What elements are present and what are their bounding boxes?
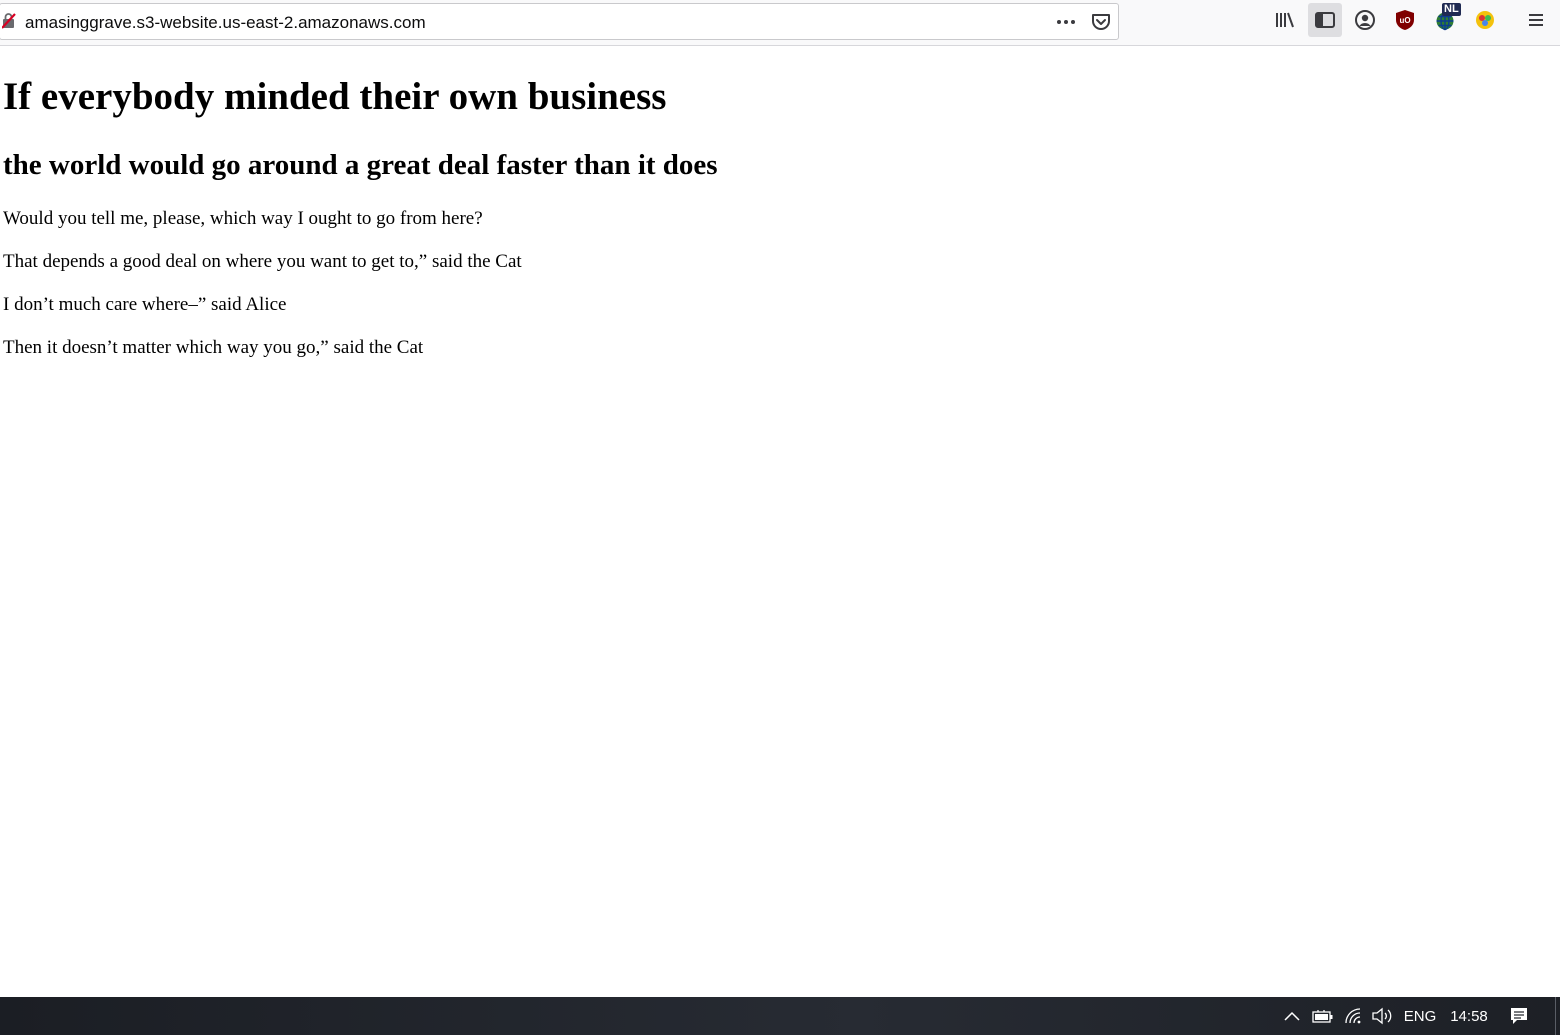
language-extension-button[interactable]: NL <box>1428 3 1462 37</box>
clock-button[interactable]: 14:58 <box>1446 997 1492 1035</box>
speaker-icon <box>1372 1007 1392 1025</box>
sidebar-button[interactable] <box>1308 3 1342 37</box>
ublock-icon: uO <box>1396 10 1414 30</box>
paragraph: I don’t much care where–” said Alice <box>3 294 287 315</box>
url-text[interactable]: amasinggrave.s3-website.us-east-2.amazon… <box>25 13 426 33</box>
pocket-icon[interactable] <box>1090 12 1112 32</box>
multicolor-extension-button[interactable] <box>1468 3 1502 37</box>
page-subheading: the world would go around a great deal f… <box>3 149 718 181</box>
page-content: If everybody minded their own business t… <box>0 47 1560 997</box>
notification-icon <box>1511 1008 1527 1024</box>
library-button[interactable] <box>1268 3 1302 37</box>
account-icon <box>1355 10 1375 30</box>
insecure-connection-icon[interactable] <box>2 13 16 29</box>
menu-icon <box>1529 14 1543 26</box>
library-icon <box>1276 12 1294 28</box>
battery-button[interactable] <box>1310 997 1336 1035</box>
sidebar-icon <box>1315 12 1335 28</box>
clock-time: 14:58 <box>1450 1007 1488 1025</box>
wifi-icon <box>1345 1008 1361 1024</box>
taskbar: ENG 14:58 <box>0 997 1560 1035</box>
battery-icon <box>1312 1010 1333 1023</box>
volume-button[interactable] <box>1370 997 1394 1035</box>
paragraph: Would you tell me, please, which way I o… <box>3 208 483 229</box>
paragraph: That depends a good deal on where you wa… <box>3 251 522 272</box>
main-menu-button[interactable] <box>1519 3 1553 37</box>
network-button[interactable] <box>1342 997 1366 1035</box>
page-heading: If everybody minded their own business <box>3 75 667 118</box>
svg-text:uO: uO <box>1399 16 1410 25</box>
language-badge: NL <box>1442 3 1461 16</box>
paragraph: Then it doesn’t matter which way you go,… <box>3 337 424 358</box>
url-bar[interactable]: amasinggrave.s3-website.us-east-2.amazon… <box>0 3 1119 40</box>
multicolor-extension-icon <box>1476 11 1494 29</box>
show-hidden-icons-button[interactable] <box>1280 997 1304 1035</box>
account-button[interactable] <box>1348 3 1382 37</box>
input-language-button[interactable]: ENG <box>1400 997 1440 1035</box>
ublock-button[interactable]: uO <box>1388 3 1422 37</box>
browser-toolbar: amasinggrave.s3-website.us-east-2.amazon… <box>0 0 1560 46</box>
action-center-button[interactable] <box>1505 997 1533 1035</box>
show-desktop-button[interactable] <box>1555 997 1560 1035</box>
chevron-up-icon <box>1284 1011 1300 1021</box>
page-actions-icon[interactable] <box>1055 12 1077 32</box>
input-language: ENG <box>1403 1007 1437 1025</box>
